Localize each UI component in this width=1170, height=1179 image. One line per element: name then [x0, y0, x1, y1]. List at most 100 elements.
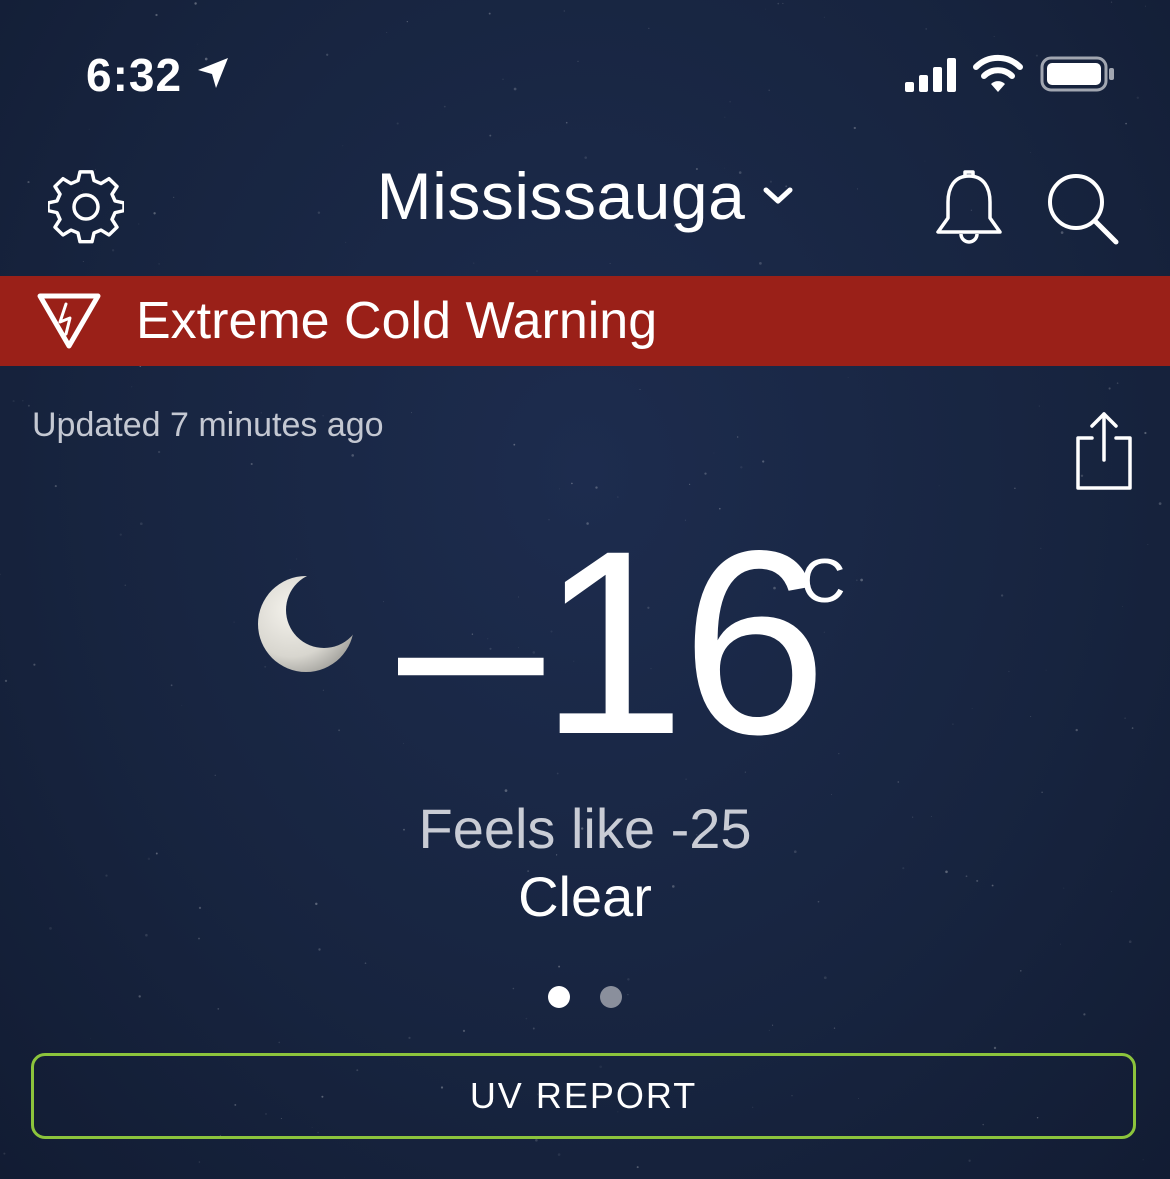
star: [856, 579, 858, 581]
star: [233, 621, 235, 623]
star: [502, 78, 504, 80]
star: [386, 32, 388, 33]
star: [3, 1152, 6, 1155]
star: [1075, 728, 1078, 732]
star: [565, 121, 568, 124]
star: [27, 181, 30, 184]
current-temperature: –16: [398, 496, 827, 789]
star: [145, 933, 148, 937]
star: [609, 263, 611, 264]
star: [364, 962, 367, 965]
star: [993, 36, 995, 38]
star: [22, 400, 24, 402]
star: [1108, 387, 1111, 390]
uv-report-button[interactable]: UV REPORT: [31, 1053, 1136, 1139]
star: [0, 573, 1, 576]
star: [158, 263, 160, 265]
star: [1060, 943, 1061, 945]
star: [1110, 1, 1113, 3]
star: [952, 723, 954, 726]
star: [838, 753, 840, 755]
star: [532, 1027, 535, 1030]
star: [639, 389, 641, 390]
star: [759, 262, 762, 265]
star: [627, 978, 630, 981]
star: [925, 28, 928, 30]
star: [217, 1008, 220, 1010]
star: [88, 128, 90, 130]
star: [1128, 940, 1132, 944]
star: [139, 522, 143, 526]
star: [924, 160, 926, 162]
city-selector[interactable]: Mississauga: [377, 158, 794, 234]
city-name: Mississauga: [376, 159, 746, 233]
star: [1131, 727, 1134, 729]
star: [443, 105, 446, 108]
star: [1035, 54, 1038, 57]
star: [823, 976, 827, 980]
star: [488, 12, 491, 15]
star: [595, 486, 598, 489]
share-icon[interactable]: [1072, 410, 1134, 492]
star: [513, 87, 517, 91]
star: [54, 485, 57, 488]
star: [724, 116, 726, 118]
star: [1142, 1159, 1144, 1161]
star: [1144, 431, 1147, 435]
star: [971, 707, 973, 709]
star: [383, 601, 384, 603]
star: [1083, 1013, 1086, 1016]
star: [411, 412, 412, 414]
star: [408, 1036, 411, 1040]
star: [351, 454, 355, 457]
star: [762, 460, 765, 463]
star: [1014, 487, 1016, 490]
wifi-icon: [973, 54, 1023, 92]
star: [344, 1176, 345, 1178]
star: [198, 937, 200, 940]
star: [1132, 1052, 1134, 1054]
star: [472, 262, 475, 264]
star: [830, 794, 832, 795]
star: [938, 485, 940, 487]
star: [89, 1038, 91, 1040]
star: [338, 729, 340, 732]
star: [131, 386, 133, 388]
star: [1116, 382, 1119, 384]
weather-alert-banner[interactable]: Extreme Cold Warning: [0, 276, 1170, 366]
location-arrow-icon: [198, 58, 228, 88]
star: [847, 376, 849, 378]
star: [111, 249, 115, 252]
page-dot-2[interactable]: [600, 986, 622, 1008]
star: [489, 134, 492, 137]
settings-gear-icon[interactable]: [48, 170, 124, 246]
star: [823, 16, 825, 18]
star: [289, 569, 291, 570]
feels-like-text: Feels like -25: [418, 797, 752, 860]
star: [155, 13, 158, 17]
star: [1139, 209, 1141, 210]
star: [322, 689, 324, 691]
star: [157, 450, 161, 454]
star: [153, 212, 156, 215]
star: [729, 101, 731, 103]
star: [648, 27, 650, 30]
star: [1124, 717, 1126, 719]
star: [704, 472, 707, 475]
star: [772, 1024, 774, 1026]
star: [558, 488, 560, 490]
star: [181, 704, 183, 706]
star: [1144, 5, 1146, 7]
notifications-bell-icon[interactable]: [934, 168, 1004, 248]
star: [317, 211, 321, 214]
star: [504, 789, 508, 792]
search-icon[interactable]: [1046, 172, 1120, 246]
star: [713, 452, 715, 454]
star: [782, 2, 784, 4]
temperature-unit: °C: [776, 547, 846, 616]
page-dot-1[interactable]: [548, 986, 570, 1008]
star: [119, 533, 122, 536]
warning-alert-icon: [37, 293, 101, 349]
star: [198, 1161, 201, 1163]
chevron-down-icon: [763, 187, 793, 204]
